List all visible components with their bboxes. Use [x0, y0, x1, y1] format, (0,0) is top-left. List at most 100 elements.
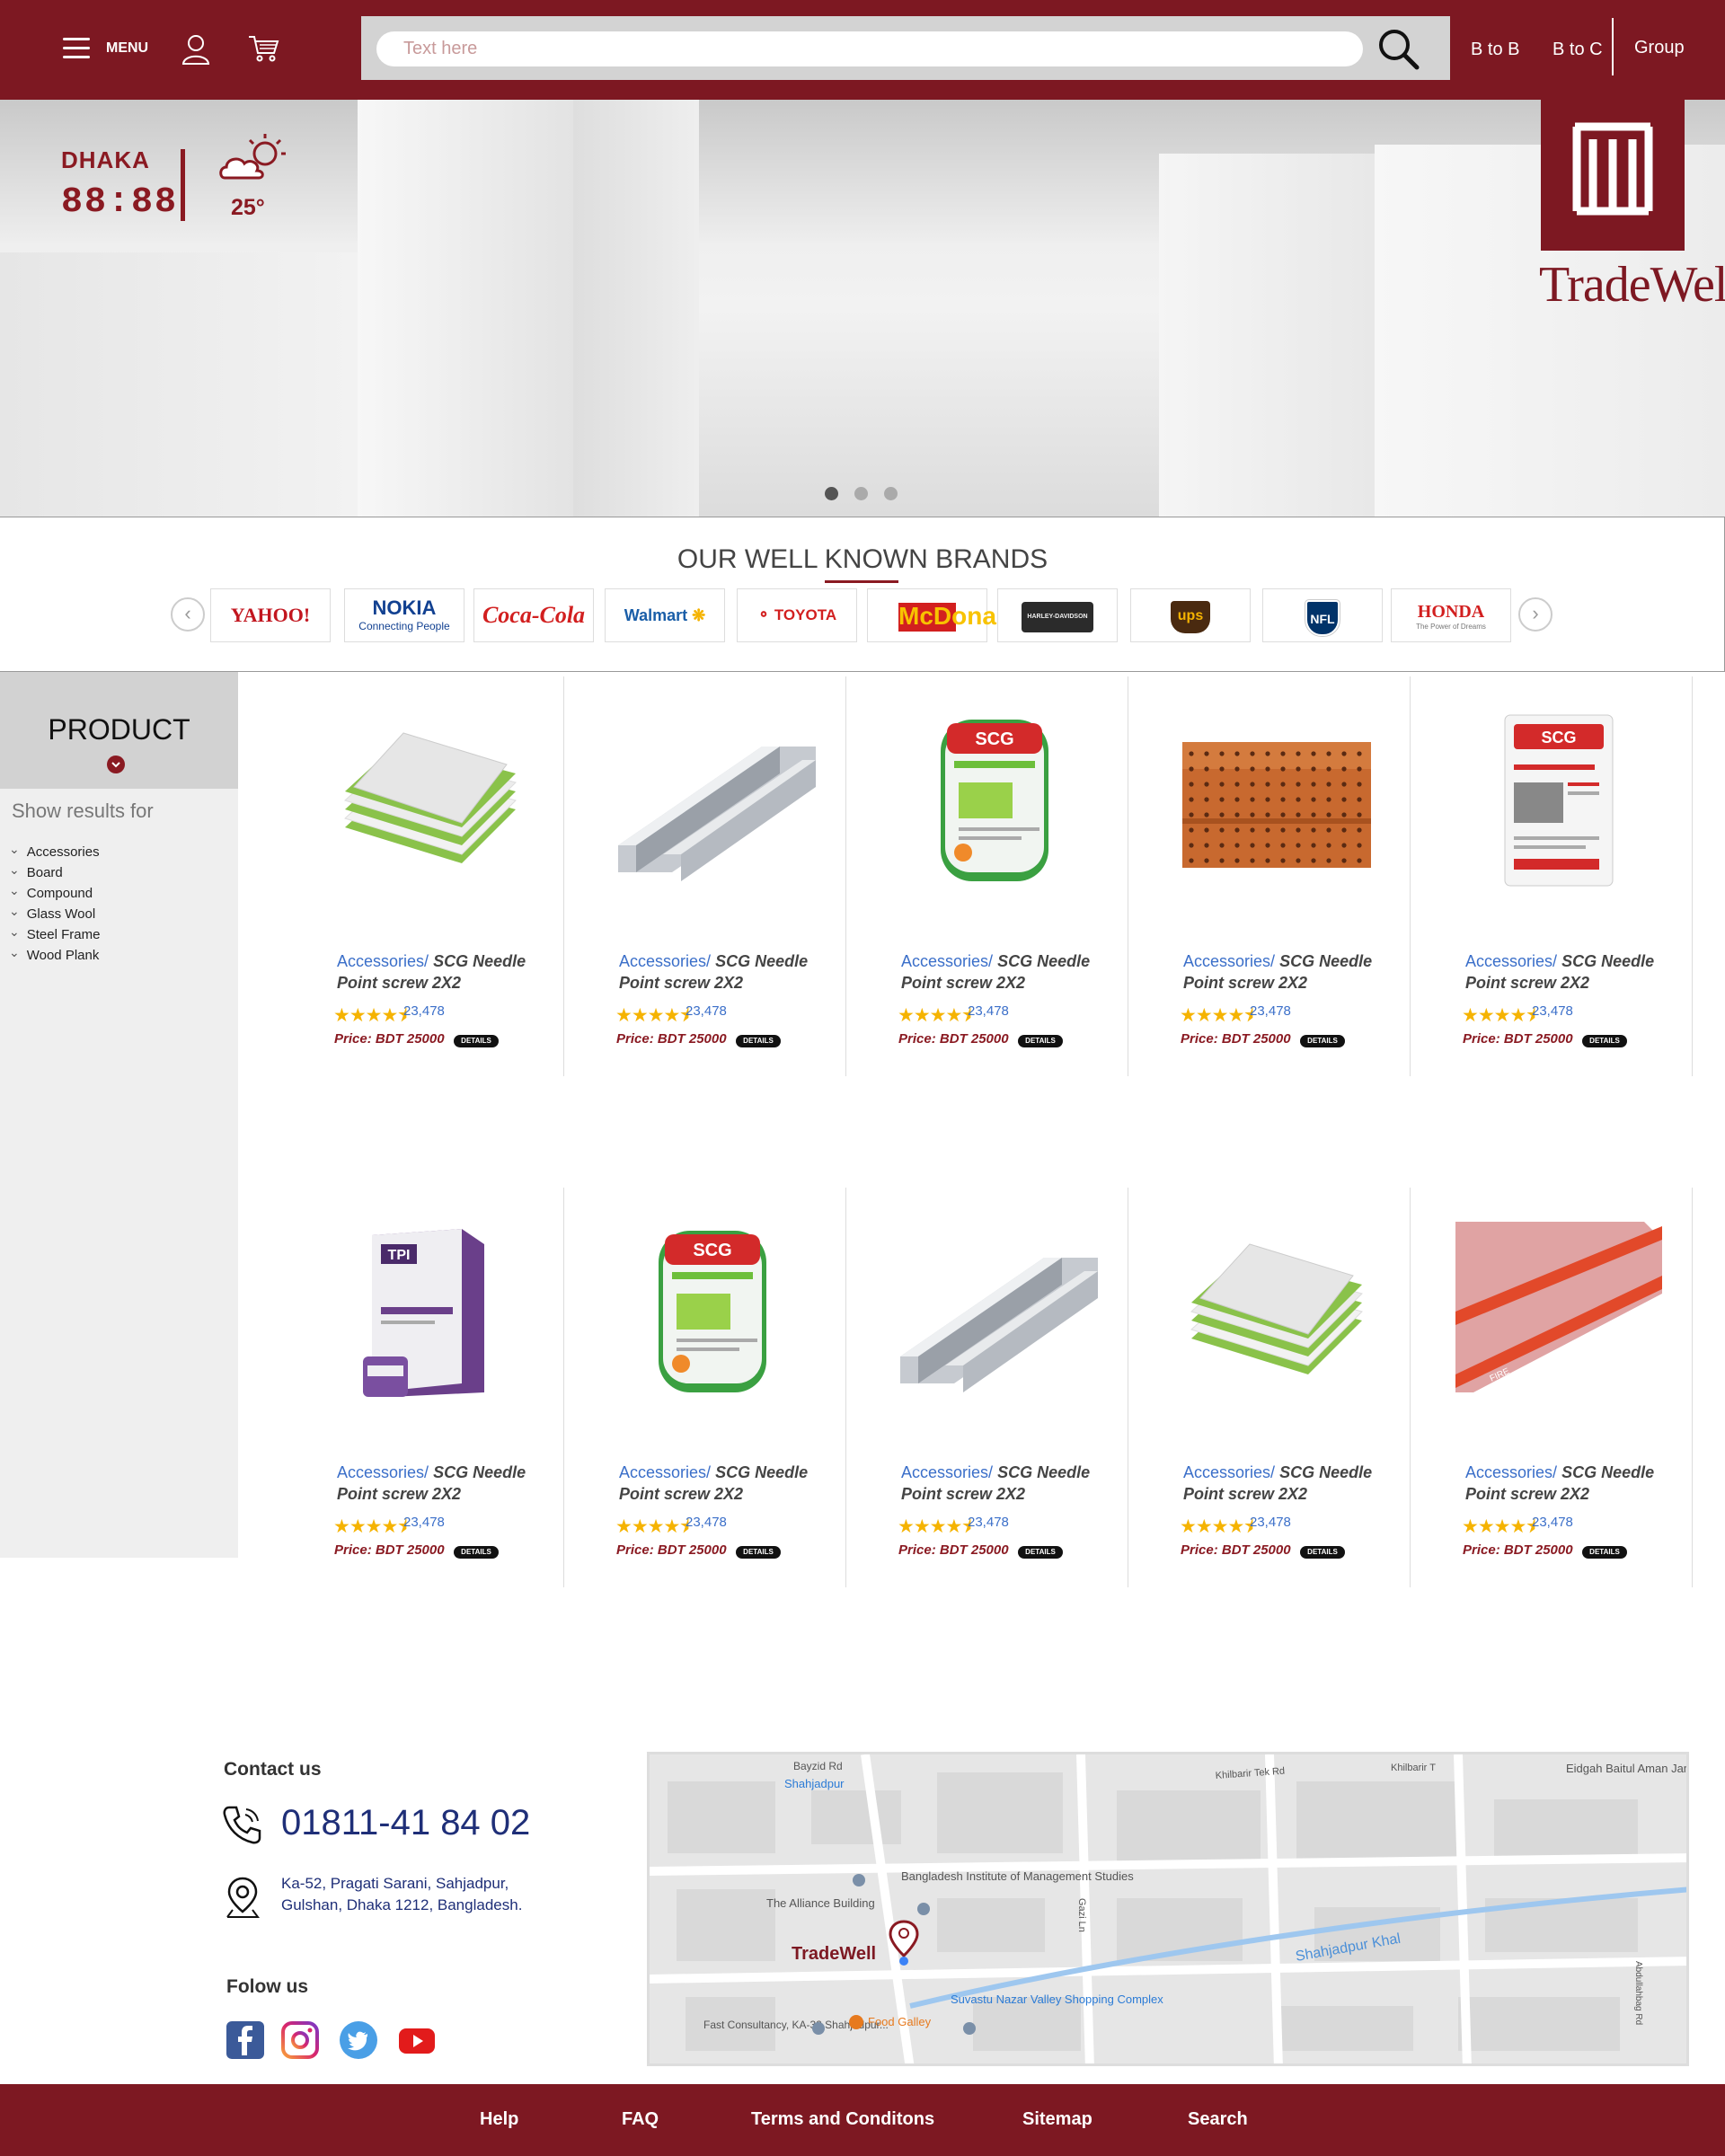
product-card[interactable]: SCG Accessories/ SCG Needle Point screw 2… — [564, 1188, 846, 1587]
product-image[interactable]: SCG — [1455, 711, 1662, 890]
nav-b2c-link[interactable]: B to C — [1552, 40, 1603, 60]
product-title[interactable]: Accessories/ SCG Needle Point screw 2X2 — [1465, 950, 1681, 994]
product-card[interactable]: Accessories/ SCG Needle Point screw 2X2 ★… — [1128, 676, 1411, 1076]
product-category[interactable]: Accessories/ — [1465, 952, 1557, 970]
product-title[interactable]: Accessories/ SCG Needle Point screw 2X2 — [619, 950, 835, 994]
product-title[interactable]: Accessories/ SCG Needle Point screw 2X2 — [901, 1462, 1117, 1505]
product-category[interactable]: Accessories/ — [1183, 1463, 1275, 1481]
product-card[interactable]: Accessories/ SCG Needle Point screw 2X2 ★… — [564, 676, 846, 1076]
tradewell-logo-mark[interactable] — [1541, 100, 1685, 251]
product-category[interactable]: Accessories/ — [337, 952, 429, 970]
product-image[interactable]: SCG — [609, 1222, 816, 1401]
slider-dot[interactable] — [854, 487, 868, 500]
product-image[interactable]: TPI — [327, 1222, 534, 1401]
search-input[interactable] — [376, 31, 1363, 66]
brand-logo-cocacola[interactable]: Coca-Cola — [473, 588, 594, 642]
brand-logo-mcdonalds[interactable]: McDonald's — [867, 588, 1039, 642]
product-image[interactable] — [327, 711, 534, 890]
product-image[interactable] — [891, 1222, 1098, 1401]
product-category[interactable]: Accessories/ — [619, 952, 711, 970]
footer: Help FAQ Terms and Conditons Sitemap Sea… — [0, 2084, 1725, 2156]
hamburger-menu-icon[interactable] — [63, 38, 90, 59]
product-title[interactable]: Accessories/ SCG Needle Point screw 2X2 — [337, 950, 553, 994]
details-button[interactable]: DETAILS — [454, 1035, 499, 1047]
footer-link-terms[interactable]: Terms and Conditons — [751, 2109, 934, 2130]
details-button[interactable]: DETAILS — [1018, 1546, 1063, 1559]
brand-logo-toyota[interactable]: ⚬ TOYOTA — [737, 588, 857, 642]
brands-next-button[interactable]: › — [1518, 597, 1552, 632]
product-title[interactable]: Accessories/ SCG Needle Point screw 2X2 — [1465, 1462, 1681, 1505]
instagram-icon[interactable] — [281, 2021, 319, 2059]
cart-icon[interactable] — [248, 34, 280, 63]
slider-dot[interactable] — [825, 487, 838, 500]
brand-logo-harley[interactable]: HARLEY-DAVIDSON — [997, 588, 1118, 642]
category-item-wood-plank[interactable]: Wood Plank — [9, 948, 100, 968]
product-card[interactable]: TPI Accessories/ SCG Needle Point screw 2… — [282, 1188, 564, 1587]
search-bar — [361, 16, 1450, 80]
brand-logo-honda[interactable]: HONDA The Power of Dreams — [1391, 588, 1511, 642]
nav-group-link[interactable]: Group — [1634, 38, 1685, 58]
product-title[interactable]: Accessories/ SCG Needle Point screw 2X2 — [901, 950, 1117, 994]
details-button[interactable]: DETAILS — [736, 1546, 781, 1559]
user-icon[interactable] — [181, 34, 210, 65]
product-title[interactable]: Accessories/ SCG Needle Point screw 2X2 — [337, 1462, 553, 1505]
details-button[interactable]: DETAILS — [1300, 1546, 1345, 1559]
product-category[interactable]: Accessories/ — [619, 1463, 711, 1481]
product-card[interactable]: SCG Accessories/ SCG Needle Point screw 2… — [1411, 676, 1693, 1076]
details-button[interactable]: DETAILS — [454, 1546, 499, 1559]
product-image[interactable] — [1173, 1222, 1380, 1401]
product-card[interactable]: FIRE Accessories/ SCG Needle Point screw … — [1411, 1188, 1693, 1587]
product-price: Price: BDT 25000 — [1463, 1031, 1573, 1047]
category-item-steel-frame[interactable]: Steel Frame — [9, 927, 101, 948]
location-map[interactable]: Bayzid Rd Shahjadpur Khilbarir Tek Rd Kh… — [647, 1752, 1689, 2066]
brand-logo-yahoo[interactable]: YAHOO! — [210, 588, 331, 642]
brands-prev-button[interactable]: ‹ — [171, 597, 205, 632]
product-image[interactable]: FIRE — [1455, 1222, 1662, 1401]
footer-link-help[interactable]: Help — [480, 2109, 518, 2130]
product-card[interactable]: Accessories/ SCG Needle Point screw 2X2 ★… — [1128, 1188, 1411, 1587]
nav-b2b-link[interactable]: B to B — [1471, 40, 1519, 60]
product-image[interactable] — [1173, 711, 1380, 890]
category-item-compound[interactable]: Compound — [9, 886, 100, 906]
product-category[interactable]: Accessories/ — [1465, 1463, 1557, 1481]
slider-dot[interactable] — [884, 487, 898, 500]
category-item-accessories[interactable]: Accessories — [9, 844, 100, 865]
star-rating-icon: ★★★★⯨ — [615, 1516, 689, 1537]
twitter-icon[interactable] — [340, 2021, 377, 2059]
product-title[interactable]: Accessories/ SCG Needle Point screw 2X2 — [619, 1462, 835, 1505]
footer-link-search[interactable]: Search — [1188, 2109, 1248, 2130]
details-button[interactable]: DETAILS — [1582, 1035, 1627, 1047]
product-category[interactable]: Accessories/ — [901, 1463, 993, 1481]
product-title[interactable]: Accessories/ SCG Needle Point screw 2X2 — [1183, 1462, 1399, 1505]
youtube-icon[interactable] — [398, 2021, 436, 2059]
brand-logo-nfl[interactable]: NFL — [1262, 588, 1383, 642]
brand-logo-ups[interactable]: ups — [1130, 588, 1251, 642]
product-category[interactable]: Accessories/ — [901, 952, 993, 970]
product-image[interactable]: SCG — [891, 711, 1098, 890]
footer-link-faq[interactable]: FAQ — [622, 2109, 659, 2130]
menu-button[interactable]: MENU — [106, 40, 148, 57]
details-button[interactable]: DETAILS — [1582, 1546, 1627, 1559]
product-category[interactable]: Accessories/ — [337, 1463, 429, 1481]
footer-link-sitemap[interactable]: Sitemap — [1022, 2109, 1092, 2130]
contact-phone[interactable]: 01811-41 84 02 — [281, 1803, 530, 1843]
chevron-down-icon[interactable] — [107, 755, 125, 773]
product-card[interactable]: Accessories/ SCG Needle Point screw 2X2 ★… — [282, 676, 564, 1076]
details-button[interactable]: DETAILS — [1018, 1035, 1063, 1047]
details-button[interactable]: DETAILS — [736, 1035, 781, 1047]
product-title[interactable]: Accessories/ SCG Needle Point screw 2X2 — [1183, 950, 1399, 994]
product-card[interactable]: Accessories/ SCG Needle Point screw 2X2 ★… — [846, 1188, 1128, 1587]
facebook-icon[interactable] — [226, 2021, 264, 2059]
product-category[interactable]: Accessories/ — [1183, 952, 1275, 970]
product-card[interactable]: SCG Accessories/ SCG Needle Point screw 2… — [846, 676, 1128, 1076]
product-price: Price: BDT 25000 — [334, 1542, 445, 1558]
product-image[interactable] — [609, 711, 816, 890]
brand-logo-nokia[interactable]: NOKIA Connecting People — [344, 588, 464, 642]
details-button[interactable]: DETAILS — [1300, 1035, 1345, 1047]
walmart-spark-icon: ❋ — [687, 606, 706, 624]
category-item-board[interactable]: Board — [9, 865, 100, 886]
search-icon[interactable] — [1375, 25, 1423, 74]
brand-logo-walmart[interactable]: Walmart ❋ — [605, 588, 725, 642]
map-canvas: Bayzid Rd Shahjadpur Khilbarir Tek Rd Kh… — [650, 1754, 1686, 2063]
category-item-glass-wool[interactable]: Glass Wool — [9, 906, 100, 927]
